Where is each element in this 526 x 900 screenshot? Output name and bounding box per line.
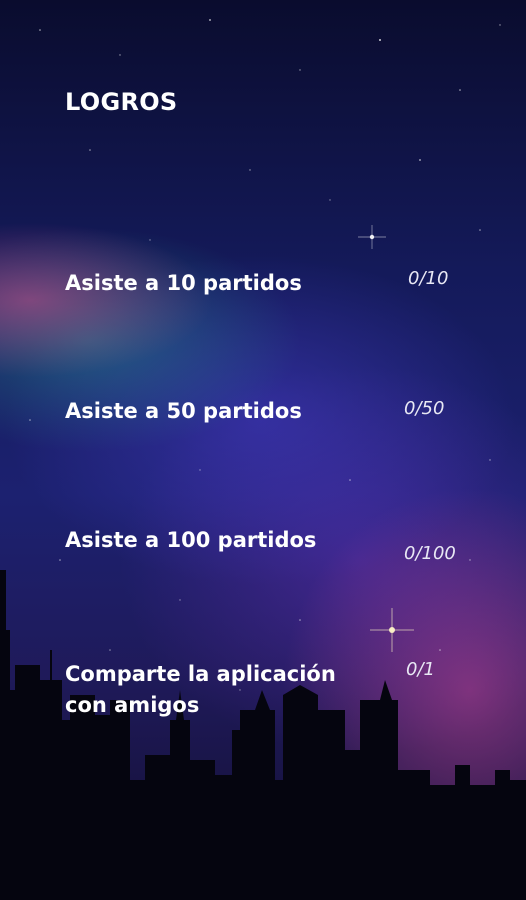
achievement-label: Asiste a 100 partidos <box>65 528 317 552</box>
achievement-label: Asiste a 50 partidos <box>65 399 302 423</box>
achievement-progress: 0/50 <box>404 398 445 419</box>
achievement-row: Comparte la aplicación con amigos 0/1 <box>65 659 485 729</box>
page-title: LOGROS <box>65 88 178 116</box>
achievement-label: Asiste a 10 partidos <box>65 271 302 295</box>
achievement-row: Asiste a 50 partidos 0/50 <box>65 396 485 466</box>
achievement-row: Asiste a 10 partidos 0/10 <box>65 268 485 338</box>
achievement-progress: 0/10 <box>408 268 449 289</box>
achievement-row: Asiste a 100 partidos 0/100 <box>65 525 485 595</box>
achievement-progress: 0/1 <box>406 659 435 680</box>
achievement-progress: 0/100 <box>404 543 456 564</box>
achievement-label: Comparte la aplicación con amigos <box>65 662 336 717</box>
city-skyline-silhouette <box>0 570 526 900</box>
